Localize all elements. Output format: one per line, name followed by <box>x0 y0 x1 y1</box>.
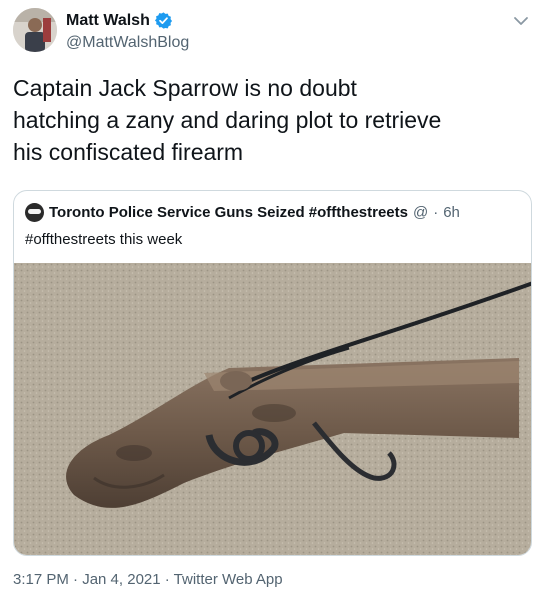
tweet-card[interactable]: Matt Walsh @MattWalshBlog Captain Jack S… <box>0 0 552 600</box>
quoted-tweet-text: #offthestreets this week <box>25 231 183 248</box>
tweet-timestamp[interactable]: 3:17 PM · Jan 4, 2021 · Twitter Web App <box>13 571 283 588</box>
author-name[interactable]: Matt Walsh <box>66 12 150 30</box>
quoted-tweet[interactable]: Toronto Police Service Guns Seized #offt… <box>13 190 532 556</box>
author-handle[interactable]: @MattWalshBlog <box>66 34 189 52</box>
quoted-time: 6h <box>443 203 460 221</box>
quoted-tweet-header: Toronto Police Service Guns Seized #offt… <box>25 201 460 223</box>
author-avatar[interactable] <box>13 8 57 52</box>
quoted-author-avatar <box>25 202 44 222</box>
author-name-row[interactable]: Matt Walsh <box>66 11 173 30</box>
quoted-author-name: Toronto Police Service Guns Seized #offt… <box>49 203 408 221</box>
quoted-separator: · <box>433 203 439 221</box>
tweet-text: Captain Jack Sparrow is no doubt hatchin… <box>13 75 442 165</box>
chevron-down-icon[interactable] <box>510 10 532 32</box>
quoted-tweet-image[interactable] <box>14 263 531 555</box>
quoted-verified-icon: @ <box>412 203 429 221</box>
verified-badge-icon <box>154 12 172 29</box>
